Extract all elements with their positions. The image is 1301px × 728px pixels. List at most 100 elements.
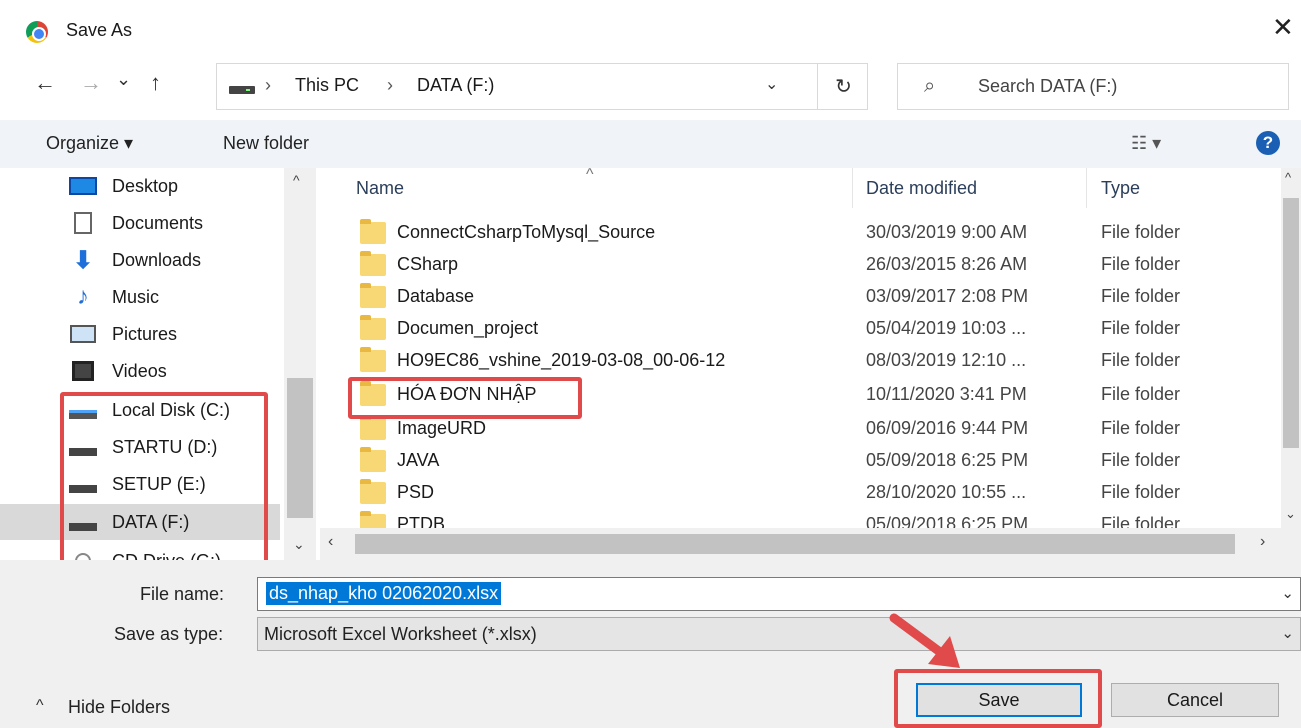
view-options-icon[interactable]: ☷ ▾ xyxy=(1131,133,1161,154)
sidebar-item-label: Pictures xyxy=(112,323,178,344)
scrollbar-thumb[interactable] xyxy=(287,378,313,518)
sidebar-item-label: Videos xyxy=(112,360,167,381)
file-type: File folder xyxy=(1101,222,1181,242)
file-type: File folder xyxy=(1101,482,1181,502)
scroll-down-icon[interactable]: ⌄ xyxy=(1285,506,1296,522)
file-name-value[interactable]: ds_nhap_kho 02062020.xlsx xyxy=(266,582,502,605)
breadcrumb-this-pc[interactable]: This PC xyxy=(295,75,359,96)
file-name: Database xyxy=(397,286,475,306)
scroll-up-icon[interactable]: ^ xyxy=(1285,170,1291,185)
file-date: 28/10/2020 10:55 ... xyxy=(866,482,1027,502)
file-name: CSharp xyxy=(397,254,459,274)
sidebar-item-label: Desktop xyxy=(112,175,179,196)
back-arrow-icon[interactable]: ← xyxy=(34,72,56,94)
folder-icon xyxy=(360,447,386,472)
file-type: File folder xyxy=(1101,450,1181,470)
save-as-type-label: Save as type: xyxy=(114,624,224,644)
cancel-button[interactable]: Cancel xyxy=(1111,683,1279,717)
scroll-left-icon[interactable]: ‹ xyxy=(328,533,333,551)
up-arrow-icon[interactable]: ↑ xyxy=(150,72,161,94)
column-divider[interactable] xyxy=(852,168,853,208)
sidebar-item-downloads[interactable]: ⬇ Downloads xyxy=(0,242,280,278)
horizontal-scrollbar[interactable]: ‹ › xyxy=(320,528,1301,560)
scrollbar-thumb[interactable] xyxy=(355,534,1235,554)
save-as-type-select[interactable]: Microsoft Excel Worksheet (*.xlsx) ⌄ xyxy=(257,617,1301,651)
address-dropdown-icon[interactable]: ⌄ xyxy=(765,74,778,94)
close-icon[interactable]: ✕ xyxy=(1272,14,1294,40)
file-list-scrollbar[interactable]: ^ ⌄ xyxy=(1281,168,1301,528)
folder-icon xyxy=(360,347,386,372)
search-icon: ⌕ xyxy=(924,75,936,97)
annotation-arrow-icon xyxy=(889,613,960,668)
save-as-type-value: Microsoft Excel Worksheet (*.xlsx) xyxy=(264,624,537,644)
table-row[interactable]: PSD 28/10/2020 10:55 ... File folder xyxy=(320,478,1265,510)
file-type: File folder xyxy=(1101,254,1181,274)
file-name: HO9EC86_vshine_2019-03-08_00-06-12 xyxy=(397,350,726,370)
chevron-down-icon[interactable]: ⌄ xyxy=(1281,624,1294,642)
scroll-right-icon[interactable]: › xyxy=(1260,533,1265,551)
sidebar-item-music[interactable]: ♪ Music xyxy=(0,279,280,315)
file-date: 10/11/2020 3:41 PM xyxy=(866,384,1027,404)
music-icon: ♪ xyxy=(77,283,89,310)
file-name: JAVA xyxy=(397,450,440,470)
sidebar-item-pictures[interactable]: Pictures xyxy=(0,316,280,352)
file-type: File folder xyxy=(1101,418,1181,438)
file-date: 05/04/2019 10:03 ... xyxy=(866,318,1027,338)
refresh-icon[interactable]: ↻ xyxy=(817,64,869,109)
file-type: File folder xyxy=(1101,318,1181,338)
search-input[interactable]: Search DATA (F:) xyxy=(978,76,1117,97)
chrome-icon xyxy=(26,21,48,43)
command-bar xyxy=(0,120,1301,168)
chevron-down-icon[interactable]: ⌄ xyxy=(1281,584,1294,602)
file-date: 03/09/2017 2:08 PM xyxy=(866,286,1029,306)
file-name: Documen_project xyxy=(397,318,539,338)
table-row[interactable]: JAVA 05/09/2018 6:25 PM File folder xyxy=(320,446,1265,478)
table-row[interactable]: HO9EC86_vshine_2019-03-08_00-06-12 08/03/… xyxy=(320,346,1265,378)
table-row[interactable]: Documen_project 05/04/2019 10:03 ... File … xyxy=(320,314,1265,346)
navigation-scrollbar[interactable]: ^ ⌄ xyxy=(284,168,316,560)
recent-locations-chevron-icon[interactable]: ⌄ xyxy=(116,70,131,88)
pictures-icon xyxy=(68,323,98,345)
file-name: ConnectCsharpToMysql_Source xyxy=(397,222,656,242)
highlight-box xyxy=(60,392,268,574)
folder-icon xyxy=(360,283,386,308)
downloads-icon: ⬇ xyxy=(72,246,94,274)
sidebar-item-label: Downloads xyxy=(112,249,202,270)
hide-folders-button[interactable]: Hide Folders xyxy=(68,697,170,718)
sidebar-item-documents[interactable]: Documents xyxy=(0,205,280,241)
file-date: 05/09/2018 6:25 PM xyxy=(866,450,1029,470)
drive-icon xyxy=(229,86,255,94)
file-name: ImageURD xyxy=(397,418,487,438)
search-box[interactable]: ⌕ Search DATA (F:) xyxy=(897,63,1289,110)
breadcrumb-separator: › xyxy=(265,75,271,95)
table-row[interactable]: CSharp 26/03/2015 8:26 AM File folder xyxy=(320,250,1265,282)
file-date: 26/03/2015 8:26 AM xyxy=(866,254,1028,274)
table-row[interactable]: ConnectCsharpToMysql_Source 30/03/2019 9:… xyxy=(320,218,1265,250)
highlight-box xyxy=(348,377,582,419)
file-name: PSD xyxy=(397,482,435,502)
sidebar-item-desktop[interactable]: Desktop xyxy=(0,168,280,204)
new-folder-button[interactable]: New folder xyxy=(223,133,309,154)
file-date: 08/03/2019 12:10 ... xyxy=(866,350,1027,370)
table-row[interactable]: Database 03/09/2017 2:08 PM File folder xyxy=(320,282,1265,314)
column-divider[interactable] xyxy=(1086,168,1087,208)
scrollbar-thumb[interactable] xyxy=(1283,198,1299,448)
sidebar-item-label: Music xyxy=(112,286,160,307)
column-header-date-modified[interactable]: Date modified xyxy=(866,178,977,199)
chevron-up-icon[interactable]: ^ xyxy=(36,697,44,715)
address-bar[interactable]: › This PC › DATA (F:) ⌄ ↻ xyxy=(216,63,868,110)
organize-button[interactable]: Organize ▾ xyxy=(46,133,133,154)
breadcrumb-data-f[interactable]: DATA (F:) xyxy=(417,75,494,96)
scroll-up-icon[interactable]: ^ xyxy=(293,172,300,188)
column-header-type[interactable]: Type xyxy=(1101,178,1140,199)
sidebar-item-videos[interactable]: Videos xyxy=(0,353,280,389)
sidebar-item-label: Documents xyxy=(112,212,204,233)
column-header-name[interactable]: Name xyxy=(356,178,404,199)
window-title: Save As xyxy=(66,20,133,40)
forward-arrow-icon[interactable]: → xyxy=(80,72,102,94)
folder-icon xyxy=(360,219,386,244)
scroll-down-icon[interactable]: ⌄ xyxy=(293,536,305,553)
file-date: 30/03/2019 9:00 AM xyxy=(866,222,1028,242)
file-name-field[interactable]: ds_nhap_kho 02062020.xlsx ⌄ xyxy=(257,577,1301,611)
help-icon[interactable]: ? xyxy=(1256,131,1280,155)
